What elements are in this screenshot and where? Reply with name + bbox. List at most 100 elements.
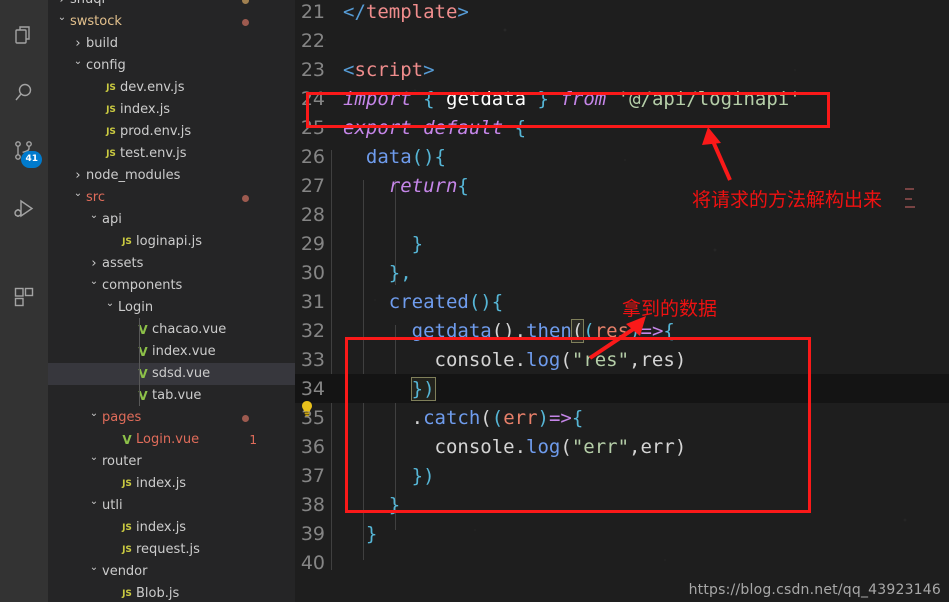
- chevron-down-icon[interactable]: [86, 451, 102, 473]
- code-line[interactable]: 25 export default {: [295, 113, 949, 142]
- chevron-right-icon[interactable]: [86, 253, 102, 276]
- tree-item-build[interactable]: build: [48, 33, 295, 55]
- line-number: 21: [300, 0, 325, 23]
- code-line-text: export default {: [343, 117, 949, 139]
- tree-item-index-js[interactable]: JS index.js: [48, 473, 295, 495]
- code-token: (: [491, 406, 504, 429]
- tree-item-request-js[interactable]: JS request.js: [48, 539, 295, 561]
- tree-item-login[interactable]: Login: [48, 297, 295, 319]
- tree-item-shuqi[interactable]: shuqi: [48, 0, 295, 11]
- tree-item-dev-env-js[interactable]: JS dev.env.js: [48, 77, 295, 99]
- tree-item-assets[interactable]: assets: [48, 253, 295, 275]
- tree-item-node-modules[interactable]: node_modules: [48, 165, 295, 187]
- code-token: export: [343, 116, 412, 139]
- tree-item-label: dev.env.js: [120, 80, 185, 95]
- chevron-down-icon[interactable]: [86, 275, 102, 297]
- code-line[interactable]: 35 .catch((err)=>{: [295, 403, 949, 432]
- code-line[interactable]: 22: [295, 26, 949, 55]
- tree-item-label: node_modules: [86, 168, 181, 183]
- code-line[interactable]: 40: [295, 548, 949, 577]
- code-line[interactable]: 34 }): [295, 374, 949, 403]
- code-line[interactable]: 23 <script>: [295, 55, 949, 84]
- explorer-tree[interactable]: shuqi swstock build config JS dev.env.js JS ind…: [48, 0, 295, 602]
- chevron-down-icon[interactable]: [86, 407, 102, 429]
- code-line[interactable]: 24 import { getdata } from '@/api/loginap…: [295, 84, 949, 113]
- chevron-down-icon[interactable]: [86, 209, 102, 231]
- code-line[interactable]: 37 }): [295, 461, 949, 490]
- code-line[interactable]: 38 }: [295, 490, 949, 519]
- chevron-right-icon[interactable]: [70, 165, 86, 188]
- chevron-right-icon[interactable]: [54, 0, 70, 12]
- code-line-text: import { getdata } from '@/api/loginapi': [343, 88, 949, 110]
- code-token: }: [411, 232, 424, 255]
- chevron-down-icon[interactable]: [70, 55, 86, 77]
- tree-item-index-js[interactable]: JS index.js: [48, 517, 295, 539]
- js-file-icon: JS: [106, 105, 116, 115]
- chevron-down-icon[interactable]: [86, 495, 102, 517]
- tree-item-src[interactable]: src: [48, 187, 295, 209]
- sidebar-item-source-control[interactable]: 41: [0, 122, 48, 180]
- sidebar-item-explorer[interactable]: [0, 6, 48, 64]
- tree-item-login-vue[interactable]: V Login.vue 1: [48, 429, 295, 451]
- chevron-down-icon[interactable]: [86, 561, 102, 583]
- code-line[interactable]: 29 }: [295, 229, 949, 258]
- code-token: }: [388, 493, 401, 516]
- code-line[interactable]: 26 data(){: [295, 142, 949, 171]
- tree-item-test-env-js[interactable]: JS test.env.js: [48, 143, 295, 165]
- code-token: {: [457, 174, 469, 197]
- import-note-arrow: [702, 127, 732, 181]
- tree-item-label: Login: [118, 300, 154, 315]
- sidebar-item-run-debug[interactable]: [0, 180, 48, 238]
- vue-file-icon: V: [138, 323, 148, 337]
- chevron-down-icon[interactable]: [102, 297, 118, 319]
- tree-item-config[interactable]: config: [48, 55, 295, 77]
- tree-item-sdsd-vue[interactable]: Vsdsd.vue: [48, 363, 295, 385]
- code-token: (): [491, 319, 515, 342]
- tree-item-utli[interactable]: utli: [48, 495, 295, 517]
- code-token: getdata: [446, 87, 527, 110]
- chevron-right-icon[interactable]: [70, 33, 86, 56]
- tree-item-swstock[interactable]: swstock: [48, 11, 295, 33]
- tree-item-index-vue[interactable]: Vindex.vue: [48, 341, 295, 363]
- tree-item-blob-js[interactable]: JS Blob.js: [48, 583, 295, 602]
- js-file-icon: JS: [122, 545, 132, 555]
- tree-item-label: config: [86, 58, 126, 73]
- code-token: .: [411, 406, 424, 429]
- chevron-down-icon[interactable]: [70, 187, 86, 209]
- code-line[interactable]: 39 }: [295, 519, 949, 548]
- tree-item-router[interactable]: router: [48, 451, 295, 473]
- tree-item-api[interactable]: api: [48, 209, 295, 231]
- tree-item-loginapi-js[interactable]: JS loginapi.js: [48, 231, 295, 253]
- code-line-text: console.log("err",err): [343, 436, 949, 458]
- line-number: 31: [300, 290, 325, 313]
- tree-item-index-js[interactable]: JS index.js: [48, 99, 295, 121]
- code-token: {: [571, 406, 584, 429]
- tree-item-chacao-vue[interactable]: Vchacao.vue: [48, 319, 295, 341]
- line-number: 32: [300, 319, 325, 342]
- code-line[interactable]: 36 console.log("err",err): [295, 432, 949, 461]
- tree-item-label: api: [102, 212, 122, 227]
- tree-item-pages[interactable]: pages: [48, 407, 295, 429]
- sidebar-item-search[interactable]: [0, 64, 48, 122]
- sidebar-item-extensions[interactable]: [0, 268, 48, 326]
- activity-bar: 41: [0, 0, 48, 602]
- tree-item-prod-env-js[interactable]: JS prod.env.js: [48, 121, 295, 143]
- code-line[interactable]: 30 },: [295, 258, 949, 287]
- editor-minimap[interactable]: [903, 0, 949, 602]
- tree-item-badge-count: 1: [249, 433, 257, 447]
- code-token: import: [343, 87, 412, 110]
- code-line[interactable]: 21 </template>: [295, 0, 949, 26]
- code-token: default: [423, 116, 504, 139]
- tree-item-tab-vue[interactable]: Vtab.vue: [48, 385, 295, 407]
- vscode-window: 41 shuqiswstockbuildconfigJSd: [0, 0, 949, 602]
- chevron-down-icon[interactable]: [54, 11, 70, 33]
- tree-item-vendor[interactable]: vendor: [48, 561, 295, 583]
- code-token: console: [434, 435, 515, 458]
- tree-item-components[interactable]: components: [48, 275, 295, 297]
- vue-file-icon: V: [122, 433, 132, 447]
- quick-fix-lightbulb-icon[interactable]: [296, 396, 318, 422]
